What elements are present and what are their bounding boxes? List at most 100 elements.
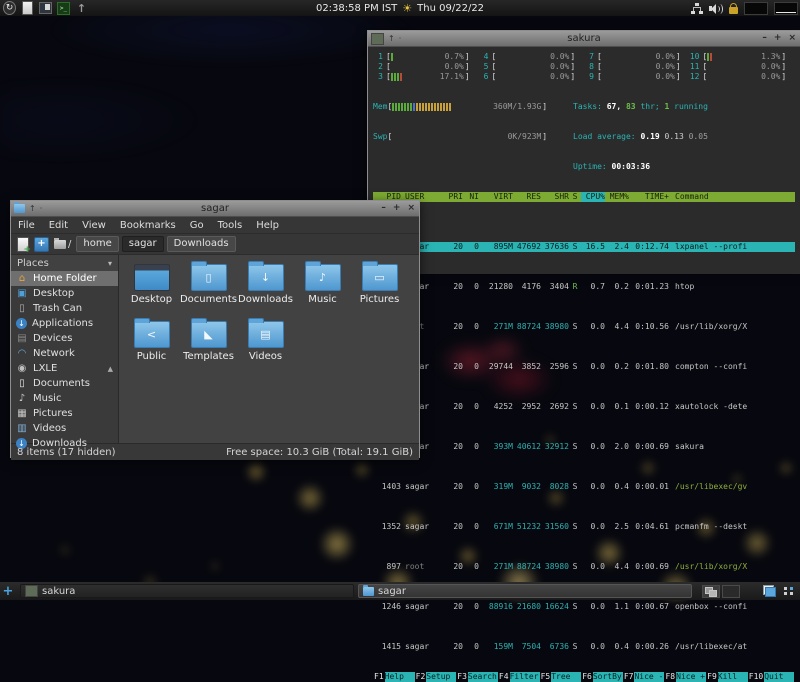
terminal-window-icon[interactable] [371,33,384,45]
clock-widget[interactable]: 02:38:58 PM IST ☀ Thu 09/22/22 [316,0,484,16]
close-button[interactable]: × [407,204,415,213]
file-manager-icon[interactable] [21,2,34,15]
volume-icon[interactable] [709,3,723,14]
show-desktop-icon[interactable]: ↑ [75,2,88,15]
fkey-button[interactable]: Search [468,672,498,682]
maximize-button[interactable]: + [774,34,782,43]
menu-item[interactable]: View [82,220,106,231]
file-item-label: Videos [249,351,282,362]
fkey-button[interactable]: SortBy [593,672,623,682]
file-item[interactable]: ♪ Music [294,261,351,318]
sidebar-item[interactable]: ↓ Applications [11,316,118,331]
htop-load-line: Load average: 0.19 0.13 0.05 [573,132,708,142]
htop-column-header[interactable]: TIME+ [629,192,669,202]
breadcrumb-button[interactable]: Downloads [167,236,236,252]
net-monitor[interactable] [774,2,798,15]
eject-icon[interactable]: ▲ [108,365,113,373]
window-stack-icon[interactable] [763,585,776,597]
fkey-button[interactable]: Help [385,672,415,682]
sidebar-item-icon: ⌂ [16,274,28,284]
workspace-2[interactable] [722,585,740,598]
file-item[interactable]: < Public [123,318,180,375]
fkey-button[interactable]: Kill [718,672,748,682]
file-item[interactable]: ▭ Pictures [351,261,408,318]
panel-right-icons [691,2,800,15]
sidebar-item[interactable]: ▦ Pictures [11,406,118,421]
file-item[interactable]: ▯ Documents [180,261,237,318]
fkey-number: F5 [540,672,552,682]
menu-item[interactable]: Go [190,220,204,231]
sidebar-item[interactable]: ♪ Music [11,391,118,406]
menu-item[interactable]: Help [256,220,279,231]
htop-column-header[interactable]: VIRT [479,192,513,202]
task-button[interactable]: sagar [358,584,692,598]
htop-column-header[interactable]: CPU% [581,192,605,202]
root-path-button[interactable]: / [54,239,71,250]
menu-item[interactable]: File [18,220,35,231]
minimize-button[interactable]: – [381,204,386,213]
fm-titlebar[interactable]: ↑ · sagar – + × [11,201,419,217]
network-icon[interactable] [691,3,703,14]
cpu-monitor[interactable] [744,2,768,15]
htop-column-header[interactable]: PRI [445,192,463,202]
places-header[interactable]: Places ▾ [11,255,118,271]
sidebar-item[interactable]: ◉ LXLE ▲ [11,361,118,376]
file-item[interactable]: ↓ Downloads [237,261,294,318]
sidebar-item[interactable]: ▥ Videos [11,421,118,436]
htop-table-header: PIDUSERPRINIVIRTRESSHRSCPU%MEM%TIME+Comm… [373,192,795,202]
fkey-number: F9 [706,672,718,682]
go-up-button[interactable]: + [34,237,49,252]
file-item-icon: < [134,321,170,348]
menu-item[interactable]: Bookmarks [120,220,176,231]
file-item[interactable]: ◣ Templates [180,318,237,375]
fkey-button[interactable]: Filter [510,672,540,682]
sidebar-item[interactable]: ⌂ Home Folder [11,271,118,286]
sidebar-item[interactable]: ▯ Trash Can [11,301,118,316]
fkey-button[interactable]: Quit [764,672,794,682]
window-switcher-icon[interactable] [39,2,52,15]
taskbar-start-icon[interactable]: + [0,585,16,598]
menu-item[interactable]: Edit [49,220,68,231]
htop-screen: 1[0.7%] 2[0.0%] 3[17.1%] 4[0.0%] 5[0.0%] [368,47,800,274]
htop-column-header[interactable]: RES [513,192,541,202]
maximize-button[interactable]: + [393,204,401,213]
file-item[interactable]: Desktop [123,261,180,318]
window-menu-button[interactable]: · [40,205,43,213]
sidebar-item[interactable]: ▣ Desktop [11,286,118,301]
htop-column-header[interactable]: Command [669,192,795,202]
htop-column-header[interactable]: NI [463,192,479,202]
htop-process-row: 898root200271M8872438980S0.04.40:10.56/u… [373,322,795,332]
fkey-button[interactable]: Nice - [634,672,664,682]
htop-process-row: 1415sagar200159M75046736S0.00.40:00.26/u… [373,642,795,652]
shade-button[interactable]: ↑ [29,205,36,213]
fm-window-icon[interactable] [14,204,25,213]
fkey-button[interactable]: Setup [426,672,456,682]
breadcrumb-button[interactable]: sagar [122,236,164,252]
grid-icon[interactable] [784,587,794,595]
sidebar-item[interactable]: ▤ Devices [11,331,118,346]
sidebar-item[interactable]: ▯ Documents [11,376,118,391]
htop-column-header[interactable]: S [569,192,581,202]
breadcrumb-button[interactable]: home [76,236,118,252]
terminal-launcher-icon[interactable]: >_ [57,2,70,15]
sidebar-item[interactable]: ◠ Network [11,346,118,361]
window-menu-button[interactable]: · [399,35,402,43]
items-count: 8 items (17 hidden) [17,447,116,458]
lxle-menu-icon[interactable]: ↻ [3,2,16,15]
htop-column-header[interactable]: MEM% [605,192,629,202]
minimize-button[interactable]: – [762,34,767,43]
file-item[interactable]: ▤ Videos [237,318,294,375]
screenlock-icon[interactable] [729,7,738,14]
htop-column-header[interactable]: SHR [541,192,569,202]
task-button[interactable]: sakura [20,584,354,598]
terminal-titlebar[interactable]: ↑ · sakura – + × [368,31,800,47]
file-item-icon: ◣ [191,321,227,348]
close-button[interactable]: × [788,34,796,43]
sidebar-item-label: Home Folder [33,273,97,284]
fkey-button[interactable]: Nice + [676,672,706,682]
new-tab-button[interactable] [17,237,29,252]
menu-item[interactable]: Tools [218,220,243,231]
shade-button[interactable]: ↑ [388,35,395,43]
fkey-button[interactable]: Tree [551,672,581,682]
workspace-1[interactable] [702,585,720,598]
